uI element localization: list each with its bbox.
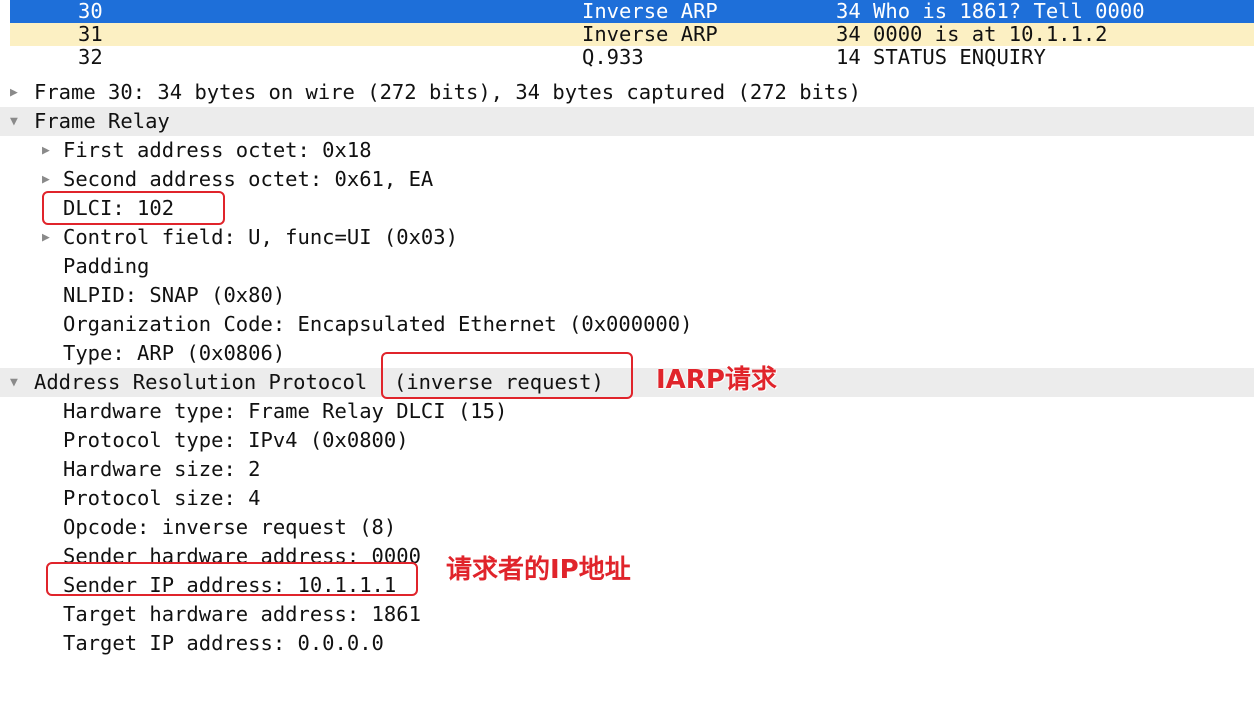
tree-item-label: Organization Code: Encapsulated Ethernet… (63, 312, 693, 336)
tree-item-organization-code[interactable]: Organization Code: Encapsulated Ethernet… (0, 310, 692, 339)
tree-item-control-field[interactable]: ▶ Control field: U, func=UI (0x03) (0, 223, 458, 252)
tree-item-hardware-size[interactable]: Hardware size: 2 (0, 455, 260, 484)
tree-item-protocol-type[interactable]: Protocol type: IPv4 (0x0800) (0, 426, 409, 455)
collapse-triangle-icon[interactable]: ▼ (10, 368, 18, 397)
expand-triangle-icon[interactable]: ▶ (42, 165, 50, 194)
tree-item-frame[interactable]: ▶ Frame 30: 34 bytes on wire (272 bits),… (0, 78, 861, 107)
tree-item-label: Hardware type: Frame Relay DLCI (15) (63, 399, 508, 423)
annotation-iarp-request: IARP请求 (656, 365, 777, 395)
dlci-highlight-box (42, 191, 225, 225)
packet-list[interactable]: 30 Inverse ARP 34 Who is 1861? Tell 0000… (0, 0, 1254, 76)
packet-number: 32 (78, 45, 103, 69)
sender-ip-highlight-box (46, 562, 418, 596)
tree-item-sender-ip-address[interactable]: Sender IP address: 10.1.1.1 (0, 571, 396, 600)
inverse-request-highlight-box (381, 352, 633, 399)
packet-row-32[interactable]: 32 Q.933 14 STATUS ENQUIRY (10, 45, 1254, 69)
tree-item-label: Padding (63, 254, 150, 278)
tree-item-nlpid[interactable]: NLPID: SNAP (0x80) (0, 281, 285, 310)
annotation-requester-ip: 请求者的IP地址 (446, 555, 631, 585)
tree-item-label: Frame 30: 34 bytes on wire (272 bits), 3… (34, 80, 861, 104)
tree-item-label: Target hardware address: 1861 (63, 602, 421, 626)
tree-item-sender-hardware-address[interactable]: Sender hardware address: 0000 (0, 542, 421, 571)
tree-item-label: Target IP address: 0.0.0.0 (63, 631, 384, 655)
expand-triangle-icon[interactable]: ▶ (10, 78, 18, 107)
tree-item-padding[interactable]: Padding (0, 252, 149, 281)
tree-item-label: Hardware size: 2 (63, 457, 261, 481)
collapse-triangle-icon[interactable]: ▼ (10, 107, 18, 136)
expand-triangle-icon[interactable]: ▶ (42, 136, 50, 165)
tree-item-label: Control field: U, func=UI (0x03) (63, 225, 458, 249)
tree-item-second-address-octet[interactable]: ▶ Second address octet: 0x61, EA (0, 165, 433, 194)
tree-item-hardware-type[interactable]: Hardware type: Frame Relay DLCI (15) (0, 397, 507, 426)
tree-item-frame-relay[interactable]: ▼ Frame Relay (0, 107, 1254, 136)
tree-item-first-address-octet[interactable]: ▶ First address octet: 0x18 (0, 136, 372, 165)
tree-item-label: Address Resolution Protocol (34, 370, 368, 394)
packet-protocol: Q.933 (582, 45, 644, 69)
packet-info: 14 STATUS ENQUIRY (836, 45, 1046, 69)
tree-item-label: Type: ARP (0x0806) (63, 341, 286, 365)
tree-item-label: NLPID: SNAP (0x80) (63, 283, 286, 307)
tree-item-opcode[interactable]: Opcode: inverse request (8) (0, 513, 396, 542)
tree-item-protocol-size[interactable]: Protocol size: 4 (0, 484, 260, 513)
tree-item-target-hardware-address[interactable]: Target hardware address: 1861 (0, 600, 421, 629)
tree-item-label: Second address octet: 0x61, EA (63, 167, 434, 191)
tree-item-label: Protocol type: IPv4 (0x0800) (63, 428, 409, 452)
tree-item-label: Frame Relay (34, 109, 170, 133)
tree-item-label: Opcode: inverse request (8) (63, 515, 397, 539)
tree-item-label: First address octet: 0x18 (63, 138, 372, 162)
tree-item-target-ip-address[interactable]: Target IP address: 0.0.0.0 (0, 629, 384, 658)
tree-item-type[interactable]: Type: ARP (0x0806) (0, 339, 285, 368)
expand-triangle-icon[interactable]: ▶ (42, 223, 50, 252)
tree-item-label: Protocol size: 4 (63, 486, 261, 510)
